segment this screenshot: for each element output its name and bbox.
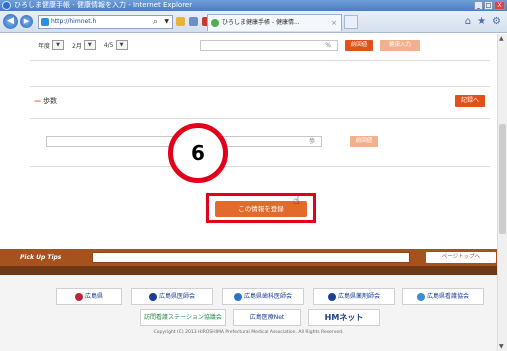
tab-close-icon[interactable]: ×	[331, 15, 337, 31]
year-label: 年度	[38, 42, 51, 50]
hand-cursor-icon: ☝	[293, 194, 300, 207]
month-select[interactable]: 2月 ▼	[72, 40, 96, 50]
tips-divider	[0, 266, 497, 275]
logo-medical-association[interactable]: 広島県医師会	[131, 288, 213, 305]
logo-text: 広島県歯科医師会	[243, 293, 292, 300]
logo-hiroshima-net[interactable]: 広島医療Net	[233, 309, 301, 326]
history-button[interactable]: 前回値	[345, 40, 373, 51]
steps-title-text: 歩数	[43, 97, 57, 105]
tips-bar: Pick Up Tips ページトップへ	[0, 249, 497, 266]
logo-visiting-nursing[interactable]: 訪問看護ステーション協議会	[140, 309, 226, 326]
back-button[interactable]: ◀	[3, 14, 18, 29]
logo-mark-icon	[74, 292, 83, 301]
month-label: 2月	[72, 42, 82, 50]
lock-icon[interactable]	[176, 17, 185, 26]
unit-label: %	[325, 42, 331, 49]
logo-mark-icon	[233, 292, 242, 301]
divider	[30, 118, 490, 119]
window-controls: _ □ X	[474, 0, 505, 10]
maximize-button[interactable]: □	[484, 1, 493, 10]
close-button[interactable]: X	[494, 1, 505, 10]
address-bar[interactable]: http://himnet.h ⌕ ▼	[38, 15, 173, 29]
logo-text: 広島県薬剤師会	[337, 293, 380, 300]
step-number-badge: 6	[168, 123, 228, 183]
chevron-down-icon[interactable]: ▼	[115, 40, 128, 50]
logo-mark-icon	[416, 292, 425, 301]
logo-text: 広島県看護協会	[426, 293, 469, 300]
tab-favicon-icon	[211, 19, 219, 27]
steps-previous-button[interactable]: 前回値	[350, 136, 378, 147]
tips-label: Pick Up Tips	[20, 254, 62, 261]
divider	[30, 166, 490, 167]
new-tab-button[interactable]	[344, 15, 358, 29]
value-input[interactable]: %	[200, 40, 338, 51]
chevron-down-icon[interactable]: ▼	[52, 40, 65, 50]
search-icon[interactable]: ⌕	[153, 17, 158, 27]
logo-mark-icon	[148, 292, 157, 301]
divider	[30, 86, 490, 87]
home-icon[interactable]: ⌂	[465, 16, 471, 27]
address-text: http://himnet.h	[51, 18, 97, 25]
health-input-button[interactable]: 健康入力	[380, 40, 420, 51]
vertical-scrollbar[interactable]: ▲ ▼	[497, 34, 507, 351]
page-icon	[41, 18, 49, 26]
chevron-down-icon[interactable]: ▼	[83, 40, 96, 50]
gear-icon[interactable]: ⚙	[492, 16, 501, 27]
scrollbar-thumb[interactable]	[499, 124, 506, 234]
logo-text: 広島県	[84, 293, 103, 300]
logo-mark-icon	[327, 292, 336, 301]
page-top-button[interactable]: ページトップへ	[426, 252, 496, 263]
minimize-button[interactable]: _	[474, 1, 483, 10]
divider	[30, 60, 490, 61]
window-title: ひろしま健康手帳 - 健康情報を入力 - Internet Explorer	[14, 1, 193, 9]
favorites-star-icon[interactable]: ★	[477, 16, 486, 27]
tips-field	[92, 252, 410, 263]
logo-hm-net[interactable]: HMネット	[308, 309, 380, 326]
logo-nursing-association[interactable]: 広島県看護協会	[402, 288, 484, 305]
section-marker-icon: —	[34, 97, 41, 105]
forward-button[interactable]: ▶	[20, 15, 33, 28]
day-label: 4/5	[103, 41, 114, 49]
scroll-down-icon[interactable]: ▼	[499, 343, 504, 350]
browser-right-icons: ⌂ ★ ⚙	[465, 16, 501, 27]
logo-text: 広島医療Net	[249, 314, 285, 321]
copyright-text: Copyright (C) 2013 HIROSHIMA Prefectural…	[153, 330, 344, 335]
date-selectors: 年度 ▼ 2月 ▼ 4/5 ▼	[38, 40, 128, 50]
logo-text: HMネット	[324, 313, 364, 322]
ie-icon	[2, 1, 11, 10]
browser-toolbar: ◀ ▶ http://himnet.h ⌕ ▼ ひろしま健康手帳 - 健康情..…	[0, 11, 507, 33]
year-select[interactable]: 年度 ▼	[38, 40, 65, 50]
logo-pharmacist-association[interactable]: 広島県薬剤師会	[313, 288, 395, 305]
refresh-icon[interactable]	[189, 17, 198, 26]
tab-title: ひろしま健康手帳 - 健康情...	[222, 19, 300, 26]
logo-hiroshima-pref[interactable]: 広島県	[56, 288, 122, 305]
toolbar-icons	[176, 17, 211, 26]
browser-tab[interactable]: ひろしま健康手帳 - 健康情... ×	[207, 14, 342, 31]
day-select[interactable]: 4/5 ▼	[104, 40, 128, 50]
steps-unit: 歩	[308, 138, 315, 145]
logo-text: 広島県医師会	[158, 293, 195, 300]
window-titlebar: ひろしま健康手帳 - 健康情報を入力 - Internet Explorer _…	[0, 0, 507, 11]
logo-dental-association[interactable]: 広島県歯科医師会	[222, 288, 304, 305]
chevron-down-icon[interactable]: ▼	[164, 16, 169, 28]
logo-text: 訪問看護ステーション協議会	[144, 314, 222, 321]
steps-section-title: — 歩数	[34, 96, 57, 106]
scroll-up-icon[interactable]: ▲	[499, 35, 504, 42]
steps-record-button[interactable]: 記録へ	[455, 95, 485, 107]
